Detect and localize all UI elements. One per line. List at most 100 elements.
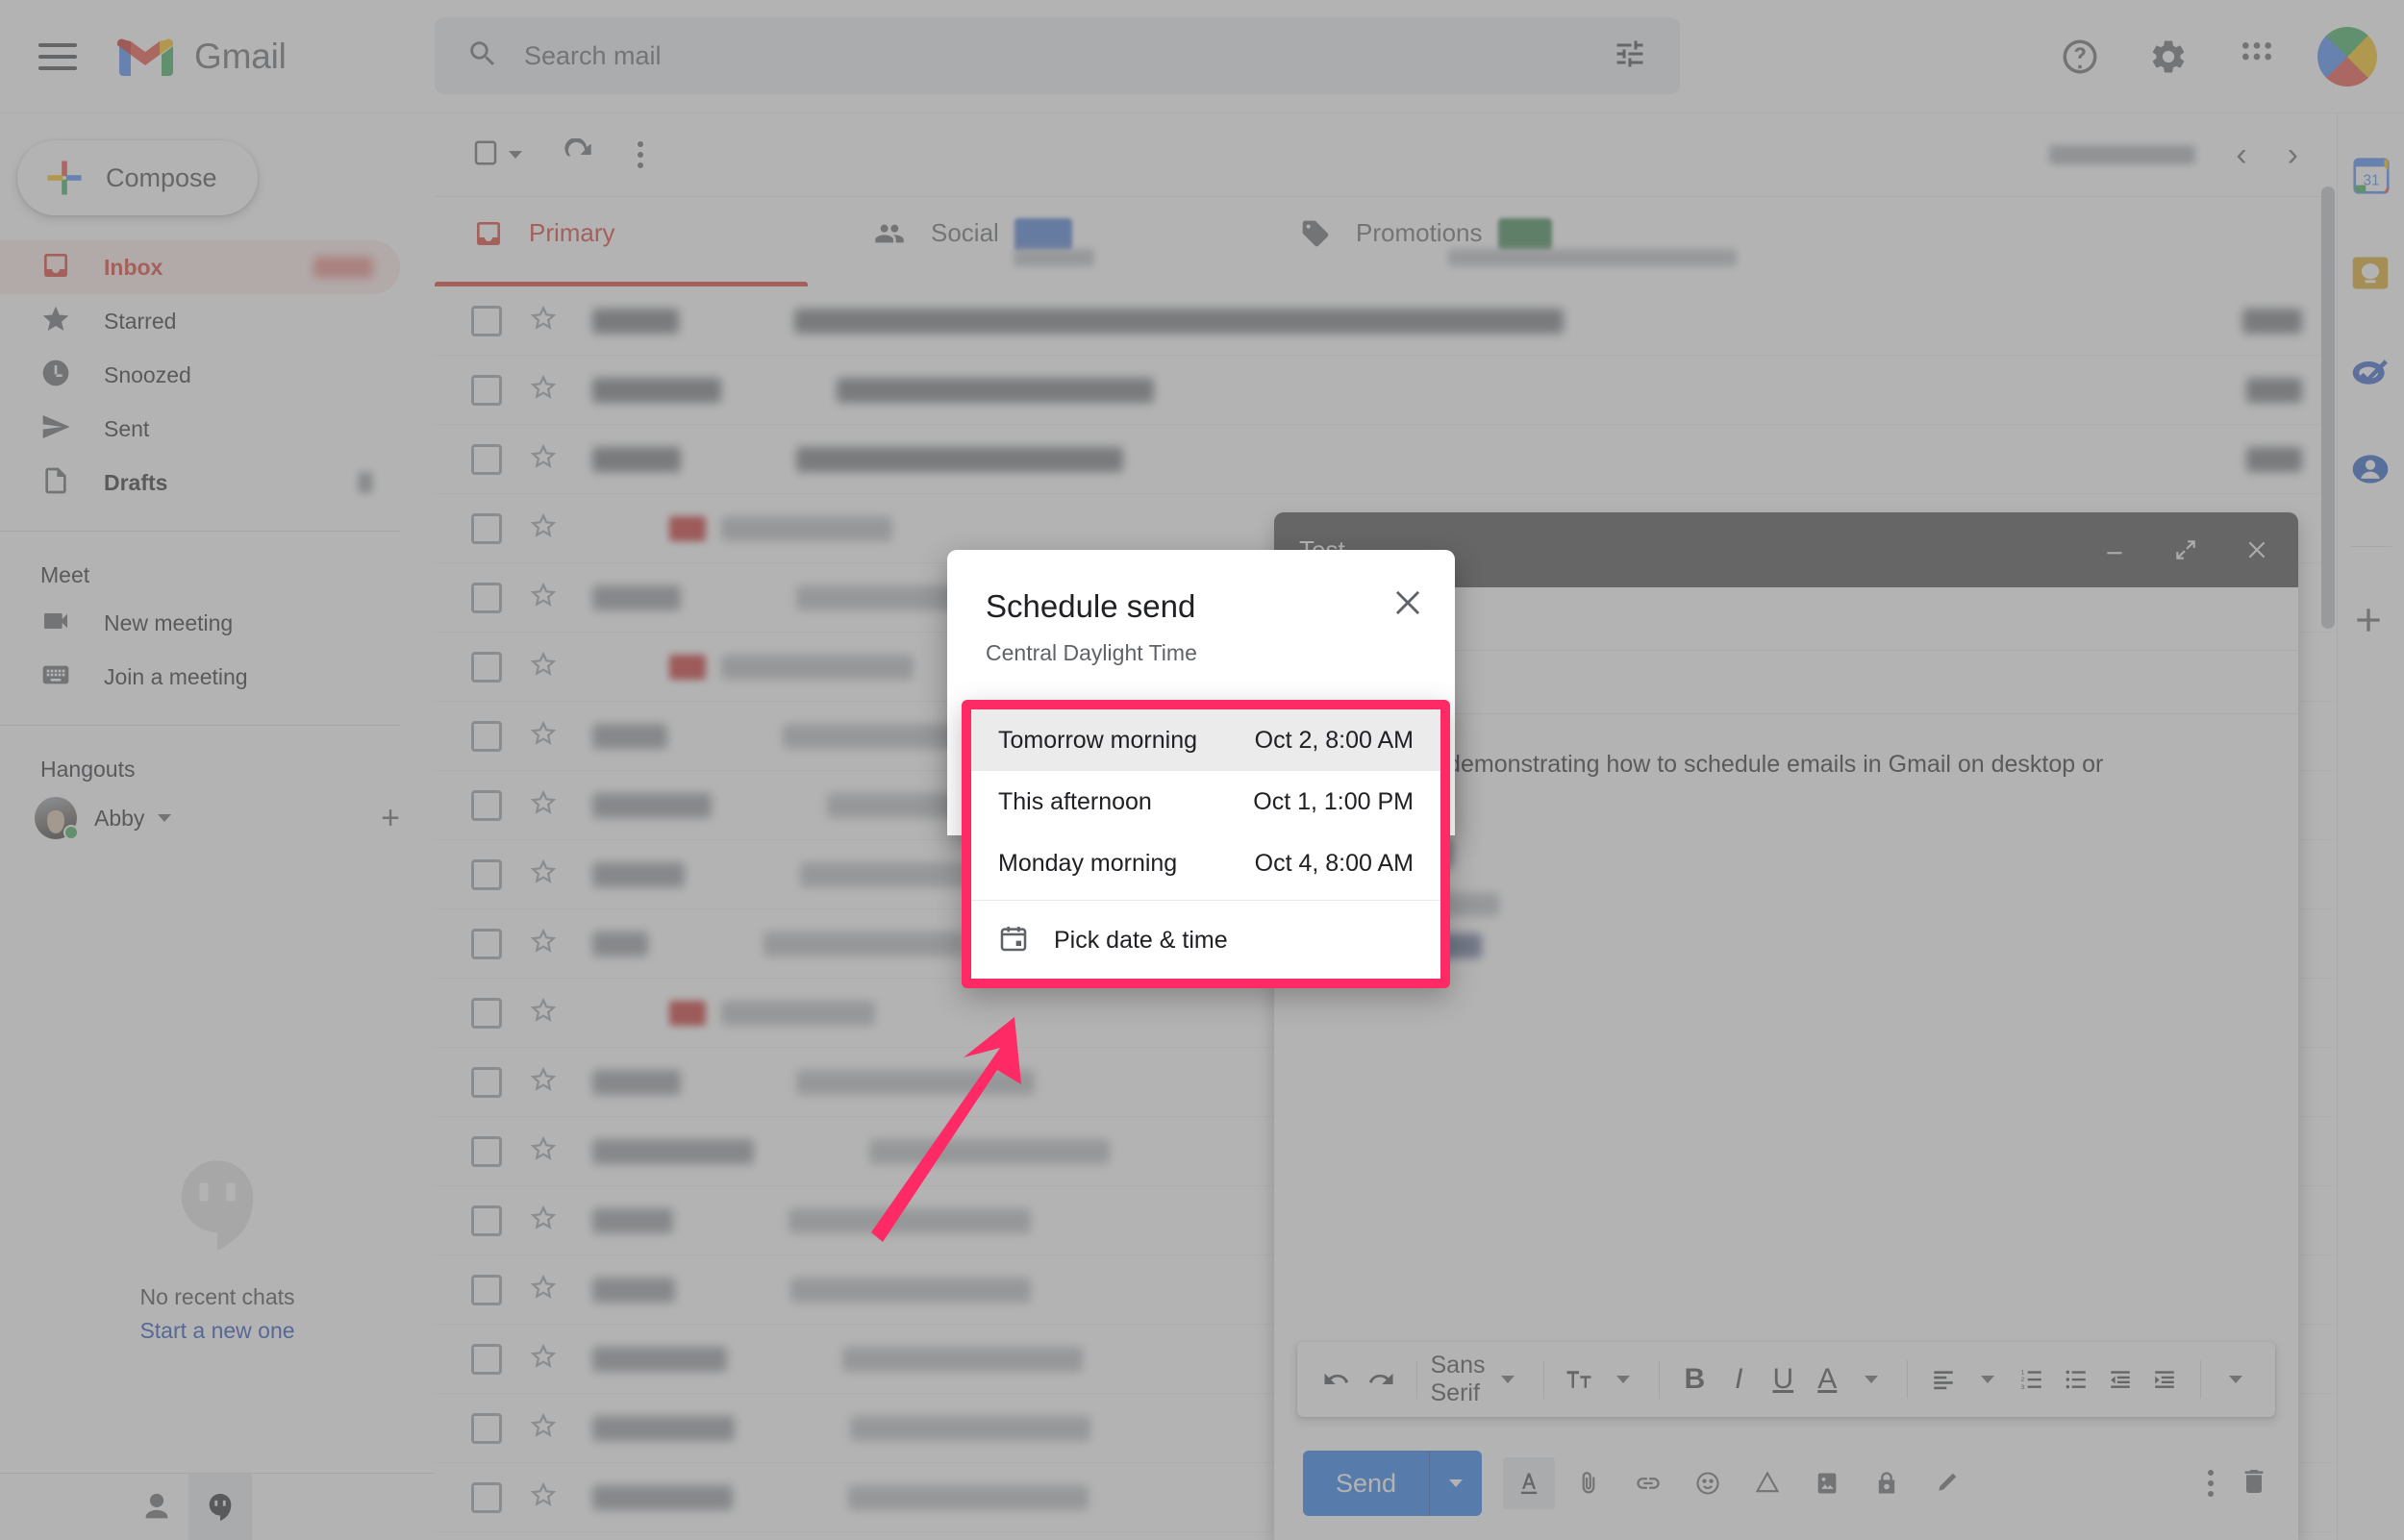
hangouts-icon-button[interactable] (188, 1473, 252, 1540)
contacts-icon[interactable] (125, 1474, 188, 1540)
sidebar-item-join-meeting[interactable]: Join a meeting (0, 650, 400, 704)
font-family-chevron-down-icon[interactable] (1486, 1354, 1530, 1404)
font-size-button[interactable] (1557, 1354, 1601, 1404)
row-checkbox[interactable] (471, 1481, 502, 1513)
table-row[interactable] (435, 286, 2337, 356)
row-checkbox[interactable] (471, 443, 502, 475)
sidebar-item-snoozed[interactable]: Snoozed (0, 348, 400, 402)
font-size-chevron-down-icon[interactable] (1601, 1354, 1645, 1404)
row-checkbox[interactable] (471, 1066, 502, 1098)
text-color-button[interactable]: A (1805, 1354, 1849, 1404)
send-options-chevron-down-icon[interactable] (1430, 1479, 1482, 1487)
star-icon[interactable] (529, 788, 558, 822)
sidebar-item-inbox[interactable]: Inbox (0, 240, 400, 294)
sidebar-item-sent[interactable]: Sent (0, 402, 400, 456)
numbered-list-button[interactable]: 123 (2010, 1354, 2054, 1404)
star-icon[interactable] (529, 373, 558, 407)
help-icon[interactable] (2052, 29, 2108, 85)
chevron-down-icon[interactable] (158, 814, 172, 822)
table-row[interactable] (435, 425, 2337, 494)
schedule-option-monday-morning[interactable]: Monday morning Oct 4, 8:00 AM (971, 832, 1440, 894)
star-icon[interactable] (529, 511, 558, 545)
start-new-chat-link[interactable]: Start a new one (0, 1318, 435, 1344)
search-options-icon[interactable] (1613, 37, 1647, 76)
row-checkbox[interactable] (471, 512, 502, 544)
insert-signature-icon[interactable] (1920, 1457, 1972, 1509)
list-scrollbar[interactable] (2321, 186, 2335, 629)
star-icon[interactable] (529, 927, 558, 960)
next-page-icon[interactable]: › (2288, 138, 2298, 171)
align-chevron-down-icon[interactable] (1966, 1354, 2010, 1404)
compose-button[interactable]: Compose (17, 140, 258, 215)
confidential-mode-icon[interactable] (1861, 1457, 1913, 1509)
indent-less-button[interactable] (2098, 1354, 2142, 1404)
star-icon[interactable] (529, 1480, 558, 1514)
insert-drive-icon[interactable] (1741, 1457, 1793, 1509)
star-icon[interactable] (529, 1204, 558, 1237)
sidebar-item-new-meeting[interactable]: New meeting (0, 596, 400, 650)
more-options-icon[interactable] (2208, 1470, 2214, 1497)
row-checkbox[interactable] (471, 720, 502, 752)
sidebar-item-starred[interactable]: Starred (0, 294, 400, 348)
select-all-checkbox[interactable] (471, 138, 522, 172)
chevron-down-icon[interactable] (509, 151, 522, 159)
gmail-logo[interactable]: Gmail (117, 36, 287, 78)
row-checkbox[interactable] (471, 1412, 502, 1444)
tab-promotions[interactable]: Promotions (1260, 197, 1737, 286)
hangouts-user-row[interactable]: Abby + (0, 790, 435, 846)
star-icon[interactable] (529, 581, 558, 614)
refresh-button[interactable] (563, 138, 595, 171)
bold-button[interactable]: B (1672, 1354, 1716, 1404)
more-options-icon[interactable] (638, 141, 643, 168)
main-menu-icon[interactable] (38, 42, 77, 70)
insert-emoji-icon[interactable] (1682, 1457, 1734, 1509)
pick-date-time-option[interactable]: Pick date & time (971, 907, 1440, 974)
italic-button[interactable]: I (1716, 1354, 1761, 1404)
star-icon[interactable] (529, 1411, 558, 1445)
search-input[interactable] (524, 40, 1613, 71)
insert-link-icon[interactable] (1622, 1457, 1674, 1509)
star-icon[interactable] (529, 1134, 558, 1168)
star-icon[interactable] (529, 719, 558, 753)
redo-button[interactable] (1359, 1354, 1403, 1404)
text-color-chevron-down-icon[interactable] (1849, 1354, 1893, 1404)
star-icon[interactable] (529, 996, 558, 1030)
row-checkbox[interactable] (471, 1274, 502, 1305)
discard-draft-icon[interactable] (2239, 1466, 2269, 1502)
previous-page-icon[interactable]: ‹ (2236, 138, 2246, 171)
gear-icon[interactable] (2141, 29, 2196, 85)
row-checkbox[interactable] (471, 789, 502, 821)
new-conversation-icon[interactable]: + (381, 802, 400, 834)
schedule-option-this-afternoon[interactable]: This afternoon Oct 1, 1:00 PM (971, 771, 1440, 832)
insert-photo-icon[interactable] (1801, 1457, 1853, 1509)
align-button[interactable] (1921, 1354, 1966, 1404)
row-checkbox[interactable] (471, 858, 502, 890)
send-button[interactable]: Send (1303, 1451, 1483, 1516)
minimize-icon[interactable] (2098, 534, 2131, 566)
row-checkbox[interactable] (471, 374, 502, 406)
star-icon[interactable] (529, 1065, 558, 1099)
row-checkbox[interactable] (471, 928, 502, 959)
star-icon[interactable] (529, 857, 558, 891)
avatar[interactable] (2317, 27, 2377, 87)
font-family-select[interactable]: Sans Serif (1430, 1352, 1485, 1406)
row-checkbox[interactable] (471, 582, 502, 613)
star-icon[interactable] (529, 1342, 558, 1376)
tab-primary[interactable]: Primary (435, 197, 833, 286)
undo-button[interactable] (1315, 1354, 1359, 1404)
expand-icon[interactable] (2169, 534, 2202, 566)
more-formatting-chevron-down-icon[interactable] (2214, 1354, 2258, 1404)
google-contacts-icon[interactable] (2349, 448, 2393, 492)
row-checkbox[interactable] (471, 1343, 502, 1375)
google-keep-icon[interactable] (2349, 252, 2393, 296)
row-checkbox[interactable] (471, 651, 502, 683)
underline-button[interactable]: U (1761, 1354, 1805, 1404)
row-checkbox[interactable] (471, 997, 502, 1029)
close-icon[interactable] (1390, 584, 1426, 626)
tab-social[interactable]: Social (833, 197, 1260, 286)
star-icon[interactable] (529, 304, 558, 337)
google-tasks-icon[interactable] (2349, 350, 2393, 394)
row-checkbox[interactable] (471, 1135, 502, 1167)
formatting-options-icon[interactable] (1503, 1457, 1556, 1509)
attach-file-icon[interactable] (1563, 1457, 1615, 1509)
